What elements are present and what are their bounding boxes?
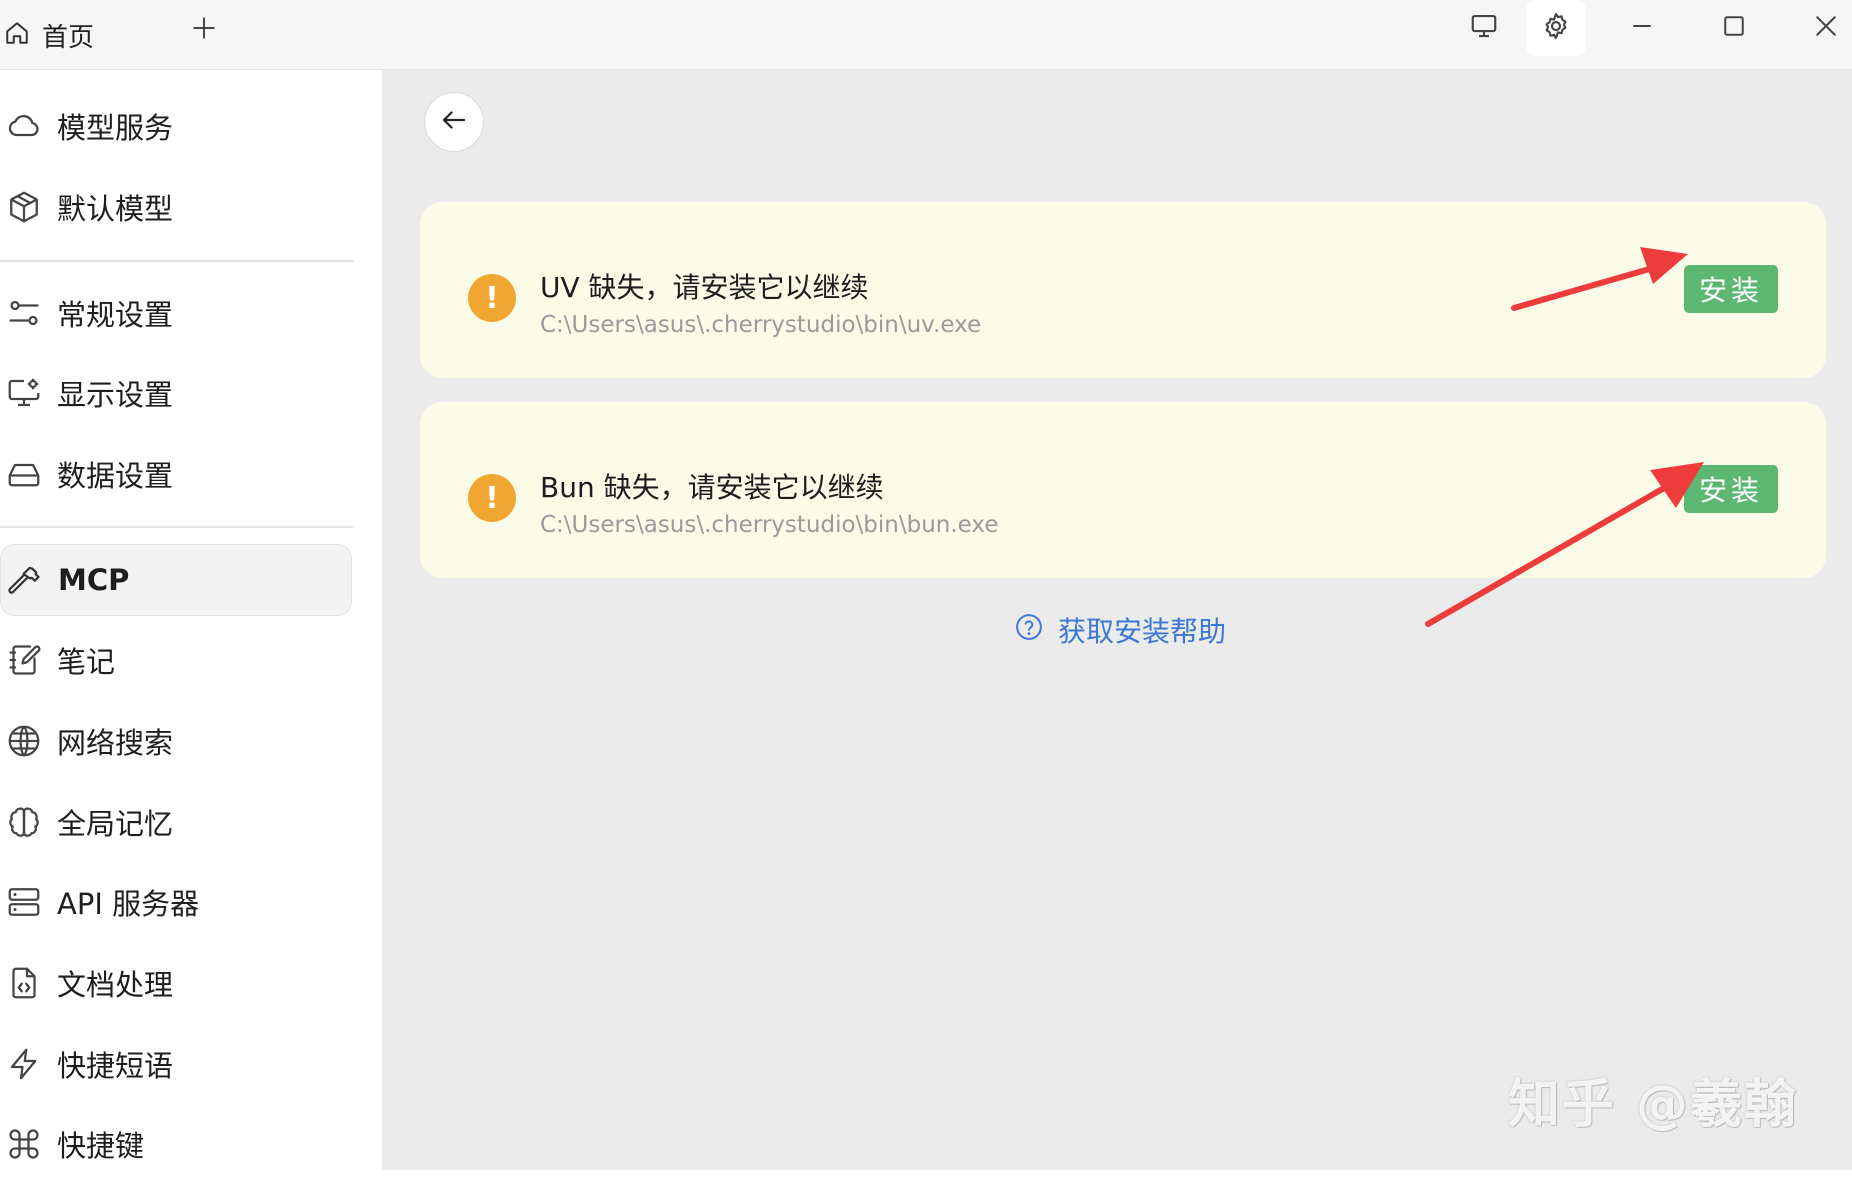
command-icon [4, 1124, 44, 1164]
settings-button[interactable] [1526, 0, 1586, 56]
alert-title: Bun 缺失，请安装它以继续 [540, 471, 884, 504]
tab-home-label: 首页 [42, 22, 95, 53]
server-icon [4, 882, 44, 922]
sidebar-item-shortcuts[interactable]: 快捷键 [0, 1108, 352, 1178]
sidebar-item-label: 数据设置 [57, 459, 174, 493]
install-bun-button[interactable]: 安装 [1684, 465, 1778, 513]
arrow-left-icon [439, 105, 469, 139]
uv-missing-alert: ! UV 缺失，请安装它以继续 C:\Users\asus\.cherrystu… [420, 202, 1826, 378]
gear-icon [1541, 11, 1571, 45]
back-button[interactable] [424, 92, 484, 152]
maximize-icon [1719, 11, 1749, 45]
sidebar-item-label: 全局记忆 [57, 807, 174, 841]
display-settings-icon [4, 373, 44, 413]
alert-title: UV 缺失，请安装它以继续 [540, 271, 869, 304]
monitor-icon [1469, 11, 1499, 45]
sidebar-item-quick-phrases[interactable]: 快捷短语 [0, 1028, 352, 1100]
sidebar-item-api-server[interactable]: API 服务器 [0, 866, 352, 938]
home-icon [4, 20, 30, 50]
file-code-icon [4, 963, 44, 1003]
mini-window-button[interactable] [1454, 0, 1514, 56]
settings-sidebar: 模型服务 默认模型 常规设置 显示设置 数据设置 MCP 笔记 网络搜索 全局记… [0, 70, 382, 1170]
hammer-icon [5, 560, 45, 600]
help-circle-icon [1014, 612, 1058, 649]
title-bar: 首页 [0, 0, 1852, 70]
bun-missing-alert: ! Bun 缺失，请安装它以继续 C:\Users\asus\.cherryst… [420, 402, 1826, 578]
sidebar-item-notes[interactable]: 笔记 [0, 624, 352, 696]
warning-icon: ! [468, 474, 516, 522]
watermark: 知乎 @羲翰 [1508, 1075, 1799, 1135]
zap-icon [4, 1044, 44, 1084]
warning-icon: ! [468, 274, 516, 322]
sliders-icon [4, 293, 44, 333]
maximize-button[interactable] [1704, 0, 1764, 56]
install-help-link[interactable]: 获取安装帮助 [1014, 610, 1226, 650]
minimize-icon [1627, 11, 1657, 45]
sidebar-item-label: 快捷键 [57, 1129, 145, 1163]
sidebar-item-label: 笔记 [57, 645, 116, 679]
mcp-install-panel: ! UV 缺失，请安装它以继续 C:\Users\asus\.cherrystu… [382, 70, 1852, 1170]
sidebar-item-label: MCP [58, 563, 130, 597]
sidebar-divider [0, 260, 354, 262]
sidebar-item-display-settings[interactable]: 显示设置 [0, 357, 352, 429]
sidebar-item-global-memory[interactable]: 全局记忆 [0, 786, 352, 858]
tab-home[interactable]: 首页 [0, 0, 170, 70]
plus-icon [191, 15, 217, 45]
alert-path: C:\Users\asus\.cherrystudio\bin\uv.exe [540, 312, 982, 338]
close-button[interactable] [1796, 0, 1852, 56]
sidebar-item-label: 快捷短语 [57, 1049, 174, 1083]
sidebar-item-document-processing[interactable]: 文档处理 [0, 947, 352, 1019]
hard-drive-icon [4, 454, 44, 494]
minimize-button[interactable] [1612, 0, 1672, 56]
sidebar-item-mcp[interactable]: MCP [0, 544, 352, 616]
help-link-label: 获取安装帮助 [1058, 615, 1227, 648]
sidebar-item-label: 显示设置 [57, 378, 174, 412]
sidebar-item-default-model[interactable]: 默认模型 [0, 171, 352, 243]
sidebar-item-general-settings[interactable]: 常规设置 [0, 277, 352, 349]
notebook-icon [4, 640, 44, 680]
globe-icon [4, 721, 44, 761]
alert-path: C:\Users\asus\.cherrystudio\bin\bun.exe [540, 512, 999, 538]
sidebar-item-model-service[interactable]: 模型服务 [0, 90, 352, 162]
sidebar-item-data-settings[interactable]: 数据设置 [0, 438, 352, 510]
brain-icon [4, 802, 44, 842]
sidebar-item-label: API 服务器 [57, 887, 200, 921]
sidebar-item-label: 默认模型 [57, 192, 174, 226]
new-tab-button[interactable] [186, 12, 222, 48]
install-uv-button[interactable]: 安装 [1684, 265, 1778, 313]
close-icon [1811, 11, 1841, 45]
sidebar-item-label: 文档处理 [57, 968, 174, 1002]
cube-icon [4, 187, 44, 227]
sidebar-item-label: 模型服务 [57, 111, 174, 145]
cloud-icon [4, 106, 44, 146]
sidebar-item-web-search[interactable]: 网络搜索 [0, 705, 352, 777]
sidebar-divider [0, 526, 354, 528]
sidebar-item-label: 常规设置 [57, 298, 174, 332]
sidebar-item-label: 网络搜索 [57, 726, 174, 760]
